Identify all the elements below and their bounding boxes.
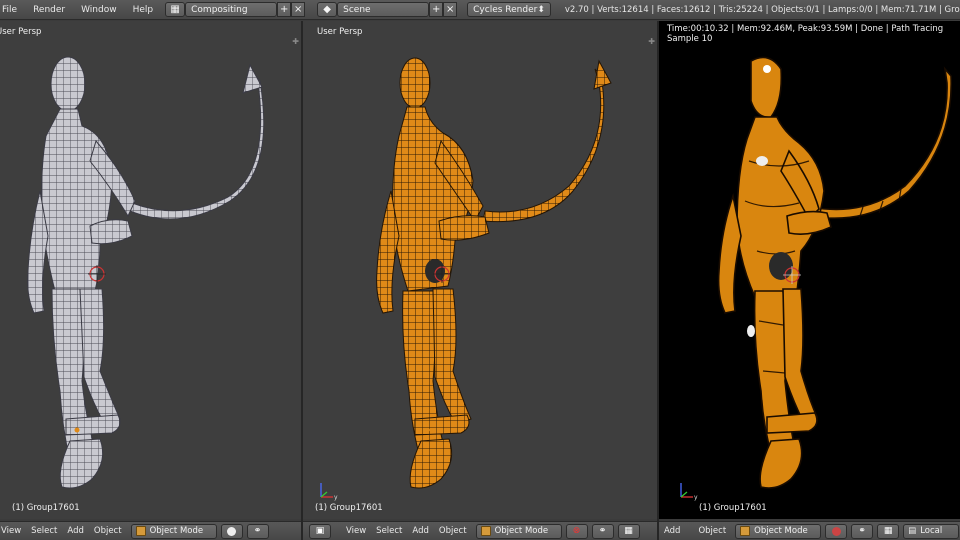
scene-field[interactable]: Scene	[337, 2, 430, 17]
render-status: Time:00:10.32 | Mem:92.46M, Peak:93.59M …	[667, 24, 944, 44]
menu-object[interactable]: Object	[89, 526, 127, 536]
editor-type-button[interactable]: ▣	[309, 523, 331, 539]
menu-object[interactable]: Object	[434, 526, 472, 536]
viewport-3-object-name: (1) Group17601	[699, 503, 767, 513]
axis-gizmo-icon: y	[680, 483, 698, 501]
object-mode-label: Object Mode	[494, 526, 549, 536]
object-mode-dropdown[interactable]: Object Mode	[735, 523, 822, 539]
menu-add[interactable]: Add	[62, 526, 88, 536]
menu-file[interactable]: File	[0, 5, 25, 15]
scene-selector[interactable]: ◆ Scene + ×	[317, 2, 458, 17]
menu-view[interactable]: View	[341, 526, 371, 536]
object-mode-cube-icon	[740, 526, 751, 536]
manipulator-button[interactable]: ▦	[617, 523, 640, 539]
object-mode-dropdown[interactable]: Object Mode	[130, 523, 217, 539]
object-mode-cube-icon	[480, 526, 491, 536]
menu-render[interactable]: Render	[25, 5, 73, 15]
menu-add[interactable]: Add	[407, 526, 433, 536]
menu-help[interactable]: Help	[125, 5, 162, 15]
viewport-2-object-name: (1) Group17601	[315, 503, 383, 513]
viewport-1-object-name: (1) Group17601	[12, 503, 80, 513]
axis-gizmo-icon: y	[320, 483, 338, 501]
character-mesh-orange	[376, 57, 612, 489]
pivot-point-button[interactable]: ⚭	[246, 523, 269, 539]
character-mesh-grey	[27, 56, 265, 489]
screen-layout-selector[interactable]: ▦ Compositing + ×	[165, 2, 306, 17]
viewport-3-header: Add Object Object Mode ⚭ ▦ ▤ Local	[659, 521, 960, 540]
add-scene-plus-icon[interactable]: +	[429, 2, 444, 17]
object-mode-label: Object Mode	[754, 526, 808, 536]
add-layout-plus-icon[interactable]: +	[277, 2, 292, 17]
material-shading-icon: ⊗	[572, 526, 581, 536]
dropdown-arrows-icon: ⬍	[537, 4, 545, 15]
viewport-rendered[interactable]: Time:00:10.32 | Mem:92.46M, Peak:93.59M …	[659, 21, 960, 519]
shading-sphere-icon	[227, 526, 237, 536]
pivot-point-button[interactable]: ⚭	[851, 523, 874, 539]
viewport-textured[interactable]: User Persp ✚ y (1) Group17601	[303, 21, 657, 519]
character-render	[717, 56, 952, 489]
manipulator-button[interactable]: ▦	[877, 523, 900, 539]
remove-layout-x-icon[interactable]: ×	[291, 2, 306, 17]
info-header: File Render Window Help ▦ Compositing + …	[0, 0, 960, 20]
viewport-corner-widget[interactable]: ✚	[292, 37, 299, 46]
viewport-shading-button[interactable]	[220, 523, 243, 539]
rendered-shading-icon	[831, 526, 841, 536]
scene-statistics: v2.70 | Verts:12614 | Faces:12612 | Tris…	[564, 4, 960, 15]
object-mode-label: Object Mode	[149, 526, 204, 536]
render-engine-dropdown[interactable]: Cycles Render ⬍	[467, 2, 551, 17]
transform-orientation-dropdown[interactable]: ▤ Local	[903, 523, 960, 539]
orientation-icon: ▤	[908, 526, 917, 536]
remove-scene-x-icon[interactable]: ×	[443, 2, 458, 17]
object-mode-cube-icon	[135, 526, 146, 536]
viewport-corner-widget[interactable]: ✚	[648, 37, 655, 46]
viewport-1-header: View Select Add Object Object Mode ⚭	[0, 521, 301, 540]
viewport-shading-button[interactable]: ⊗	[565, 523, 588, 539]
viewport-shading-button[interactable]	[825, 523, 848, 539]
screen-layout-field[interactable]: Compositing	[185, 2, 278, 17]
svg-text:y: y	[334, 494, 338, 501]
scene-icon[interactable]: ◆	[317, 2, 338, 17]
blender-window: File Render Window Help ▦ Compositing + …	[0, 0, 960, 540]
menu-window[interactable]: Window	[73, 5, 125, 15]
menu-object[interactable]: Object	[693, 526, 731, 536]
viewport-2-header: ▣ View Select Add Object Object Mode ⊗ ⚭…	[303, 521, 657, 540]
menu-add[interactable]: Add	[659, 526, 685, 536]
pivot-point-button[interactable]: ⚭	[591, 523, 614, 539]
viewport-1-label: User Persp	[0, 27, 42, 37]
viewport-solid[interactable]: User Persp ✚ (1) Group17601	[0, 21, 301, 519]
menu-select[interactable]: Select	[26, 526, 62, 536]
object-mode-dropdown[interactable]: Object Mode	[475, 523, 562, 539]
menu-select[interactable]: Select	[371, 526, 407, 536]
render-engine-label: Cycles Render	[473, 4, 538, 15]
menu-view[interactable]: View	[0, 526, 26, 536]
screen-layout-icon[interactable]: ▦	[165, 2, 186, 17]
viewport-2-label: User Persp	[317, 27, 363, 37]
svg-text:y: y	[694, 494, 698, 501]
orientation-label: Local	[920, 526, 943, 536]
